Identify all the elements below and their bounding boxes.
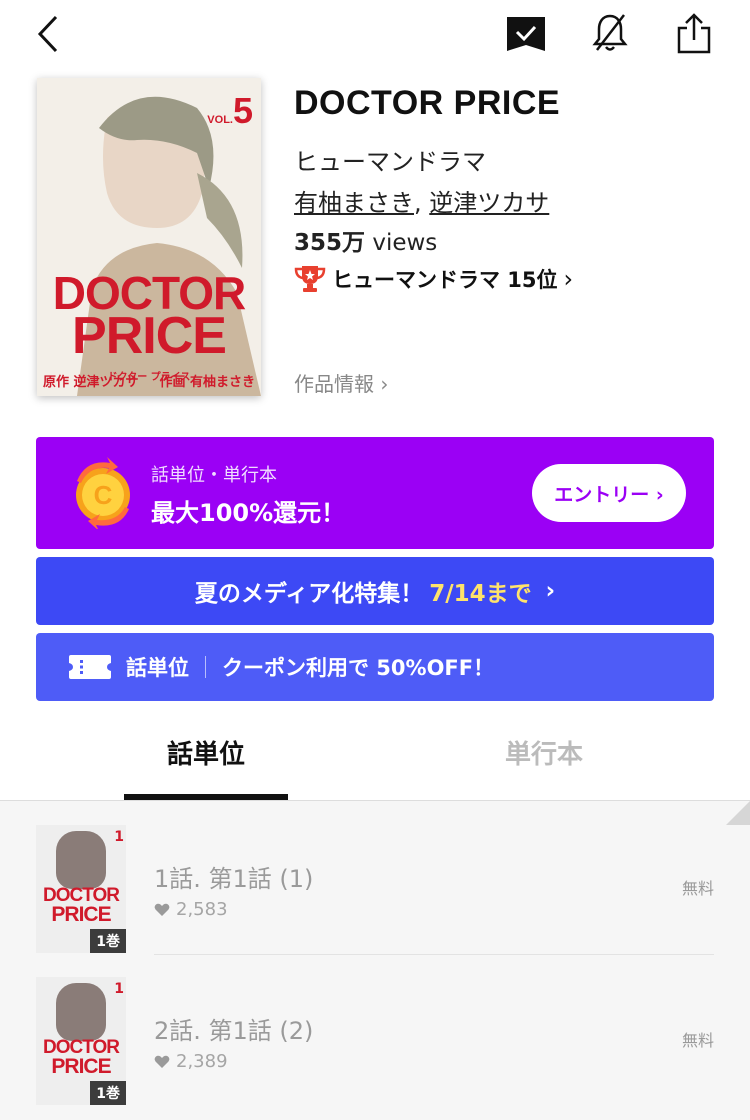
heart-icon: [154, 1055, 170, 1068]
thumb-logo: PRICE: [51, 1055, 111, 1078]
back-button[interactable]: [28, 12, 68, 56]
thumb-volume: 1: [114, 981, 124, 997]
page-fold-decoration: [726, 801, 750, 825]
heart-icon: [154, 903, 170, 916]
episode-price: 無料: [681, 879, 714, 898]
episode-title: 2話. 第1話 (2): [154, 1017, 314, 1045]
coupon-scope: 話単位: [126, 656, 189, 680]
work-title: DOCTOR PRICE: [294, 84, 561, 122]
trophy-icon: [294, 266, 326, 292]
tab-volumes[interactable]: 単行本: [462, 734, 626, 771]
cover-logo-price: PRICE: [72, 307, 227, 365]
author-link[interactable]: 逆津ツカサ: [429, 189, 549, 217]
ranking-text: ヒューマンドラマ 15位: [332, 268, 558, 292]
author-link[interactable]: 有柚まさき: [294, 189, 414, 217]
active-tab-indicator: [124, 794, 288, 800]
episode-likes: 2,389: [154, 1051, 228, 1072]
cover-credits: 原作 逆津ツカサ 作画 有柚まさき: [43, 371, 255, 390]
entry-button[interactable]: エントリー ›: [532, 464, 686, 522]
work-views: 355万 views: [294, 230, 438, 256]
work-info-link[interactable]: 作品情報 ›: [294, 368, 388, 397]
campaign-title: 最大100%還元！: [151, 499, 346, 527]
episode-price: 無料: [681, 1031, 714, 1050]
notification-button[interactable]: [588, 10, 632, 56]
list-item[interactable]: 1 DOCTOR PRICE 1巻 1話. 第1話 (1) 2,583 無料: [0, 801, 750, 955]
episode-title: 1話. 第1話 (1): [154, 865, 314, 893]
campaign-banner[interactable]: C 話単位・単行本 最大100%還元！ エントリー ›: [36, 437, 714, 549]
feature-banner[interactable]: 夏のメディア化特集！ 7/14まで ›: [36, 557, 714, 625]
coupon-banner[interactable]: 話単位 クーポン利用で 50%OFF！: [36, 633, 714, 701]
volume-badge: 1巻: [90, 929, 126, 953]
thumb-logo: PRICE: [51, 903, 111, 926]
tab-bar: 話単位 単行本: [0, 714, 750, 801]
volume-badge: 1巻: [90, 1081, 126, 1105]
chevron-left-icon: [37, 15, 58, 53]
share-button[interactable]: [672, 10, 716, 56]
feature-deadline: 7/14まで: [429, 581, 532, 607]
work-genre: ヒューマンドラマ: [294, 148, 486, 176]
list-item[interactable]: 1 DOCTOR PRICE 1巻 2話. 第1話 (2) 2,389 無料: [0, 953, 750, 1105]
share-icon: [677, 13, 711, 54]
tab-episodes[interactable]: 話単位: [124, 734, 288, 771]
coin-icon: C: [76, 457, 130, 529]
episode-likes: 2,583: [154, 899, 228, 920]
ticket-icon: [69, 655, 111, 679]
cover-volume: VOL.5: [207, 90, 253, 131]
bell-off-icon: [592, 14, 628, 51]
work-authors: 有柚まさき, 逆津ツカサ: [294, 189, 550, 217]
episode-list: 1 DOCTOR PRICE 1巻 1話. 第1話 (1) 2,583 無料 1…: [0, 801, 750, 1120]
cover-image: VOL.5 DOCTOR PRICE ドクター プライス 原作 逆津ツカサ 作画…: [37, 78, 261, 396]
divider: [205, 656, 206, 678]
episode-thumbnail: 1 DOCTOR PRICE 1巻: [36, 825, 126, 953]
bookmark-button[interactable]: [502, 12, 550, 56]
thumb-volume: 1: [114, 829, 124, 845]
campaign-subtitle: 話単位・単行本: [151, 465, 277, 486]
cover-credit-art: 作画 有柚まさき: [159, 375, 255, 390]
bookmark-check-icon: [507, 17, 545, 51]
episode-thumbnail: 1 DOCTOR PRICE 1巻: [36, 977, 126, 1105]
ranking-link[interactable]: ヒューマンドラマ 15位 ›: [294, 264, 573, 294]
feature-text: 夏のメディア化特集！: [194, 581, 424, 607]
cover-credit-original: 原作 逆津ツカサ: [43, 375, 139, 390]
chevron-right-icon: ›: [545, 578, 556, 604]
chevron-right-icon: ›: [563, 265, 574, 293]
coupon-text: クーポン利用で 50%OFF！: [222, 656, 495, 680]
svg-text:C: C: [94, 480, 113, 510]
